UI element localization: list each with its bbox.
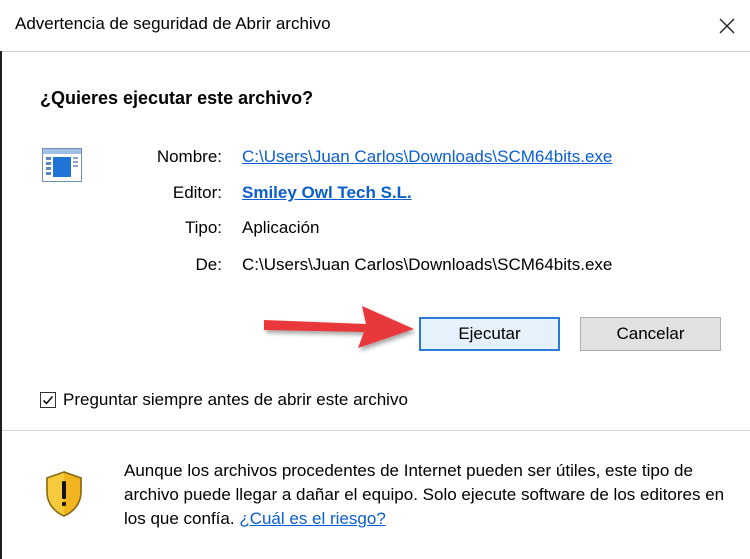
from-value: C:\Users\Juan Carlos\Downloads\SCM64bits…	[242, 255, 613, 274]
warning-shield-icon	[46, 471, 82, 517]
dialog-window: Advertencia de seguridad de Abrir archiv…	[0, 0, 750, 559]
application-icon	[42, 148, 82, 182]
dialog-question: ¿Quieres ejecutar este archivo?	[40, 88, 314, 108]
publisher-label: Editor:	[172, 183, 222, 202]
always-ask-checkbox[interactable]	[40, 392, 56, 408]
type-value: Aplicación	[242, 218, 320, 237]
window-title: Advertencia de seguridad de Abrir archiv…	[15, 14, 331, 33]
warning-message: Aunque los archivos procedentes de Inter…	[124, 461, 725, 528]
publisher-link[interactable]: Smiley Owl Tech S.L.	[242, 183, 412, 203]
type-label: Tipo:	[184, 218, 222, 237]
cancel-button[interactable]: Cancelar	[580, 317, 721, 351]
name-label: Nombre:	[156, 147, 222, 166]
close-icon	[719, 18, 735, 33]
checkmark-icon	[42, 395, 54, 405]
red-arrow-annotation	[264, 306, 414, 348]
risk-link[interactable]: ¿Cuál es el riesgo?	[239, 509, 385, 528]
run-button[interactable]: Ejecutar	[419, 317, 560, 351]
warning-text: Aunque los archivos procedentes de Inter…	[124, 459, 739, 531]
title-bar: Advertencia de seguridad de Abrir archiv…	[0, 0, 750, 52]
close-button[interactable]	[704, 0, 750, 51]
always-ask-label: Preguntar siempre antes de abrir este ar…	[63, 390, 408, 409]
name-link[interactable]: C:\Users\Juan Carlos\Downloads\SCM64bits…	[242, 147, 612, 167]
always-ask-checkbox-row[interactable]: Preguntar siempre antes de abrir este ar…	[40, 390, 408, 410]
from-label: De:	[195, 255, 222, 274]
